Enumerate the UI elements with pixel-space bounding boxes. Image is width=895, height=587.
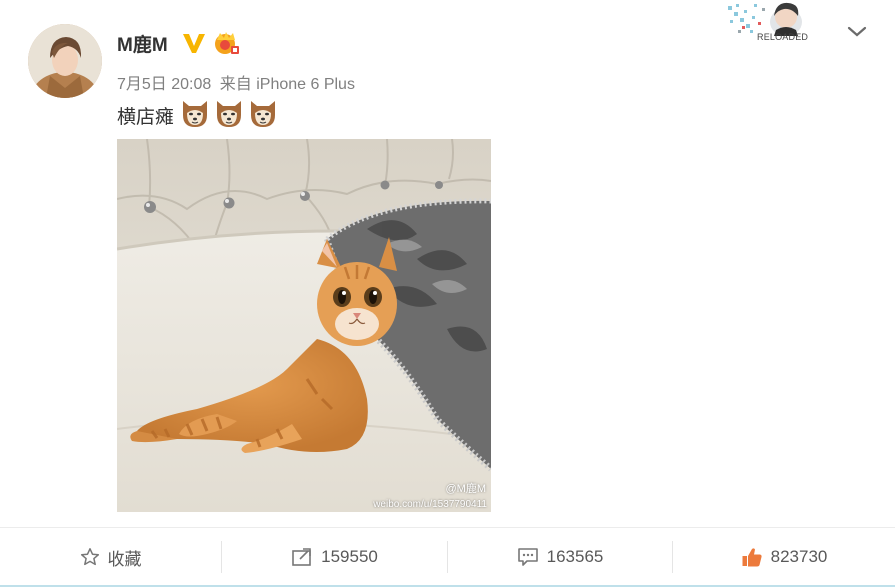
comment-icon: [517, 548, 538, 566]
cat-on-sofa-photo: [117, 139, 491, 512]
repost-count: 159550: [321, 547, 378, 566]
like-count: 823730: [770, 547, 828, 566]
favorite-button[interactable]: 收藏: [0, 528, 221, 586]
like-button[interactable]: 823730: [673, 528, 895, 586]
favorite-label: 收藏: [107, 549, 142, 569]
post-text: 横店瘫: [117, 106, 175, 128]
source-prefix: 来自: [219, 76, 252, 93]
repost-icon: [292, 548, 311, 566]
vip-crown-icon[interactable]: [212, 30, 240, 56]
emoji-row: [179, 97, 279, 131]
post-action-toolbar: 收藏 159550 163565 823730: [0, 527, 895, 586]
chevron-down-icon[interactable]: [846, 24, 868, 40]
repost-button[interactable]: 159550: [222, 528, 447, 586]
post-source[interactable]: iPhone 6 Plus: [256, 76, 355, 93]
doge-cat-emoji-icon: [183, 101, 207, 127]
post-time[interactable]: 7月5日 20:08: [117, 76, 211, 93]
image-watermark-handle: @M鹿M: [445, 483, 487, 495]
decoration-label: RELOADED: [757, 32, 809, 42]
image-watermark-url: weibo.com/u/1537790411: [373, 499, 487, 510]
star-icon: [80, 548, 99, 566]
post-image[interactable]: @M鹿M weibo.com/u/1537790411: [117, 139, 491, 512]
verified-v-icon: [183, 34, 205, 53]
username[interactable]: M鹿M: [117, 30, 168, 57]
avatar[interactable]: [28, 24, 102, 98]
doge-cat-emoji-icon: [251, 101, 275, 127]
comment-count: 163565: [546, 547, 604, 566]
comment-button[interactable]: 163565: [448, 528, 672, 586]
post-meta: 7月5日 20:08 来自 iPhone 6 Plus: [117, 70, 359, 94]
thumbs-up-icon: [742, 548, 762, 567]
doge-cat-emoji-icon: [217, 101, 241, 127]
